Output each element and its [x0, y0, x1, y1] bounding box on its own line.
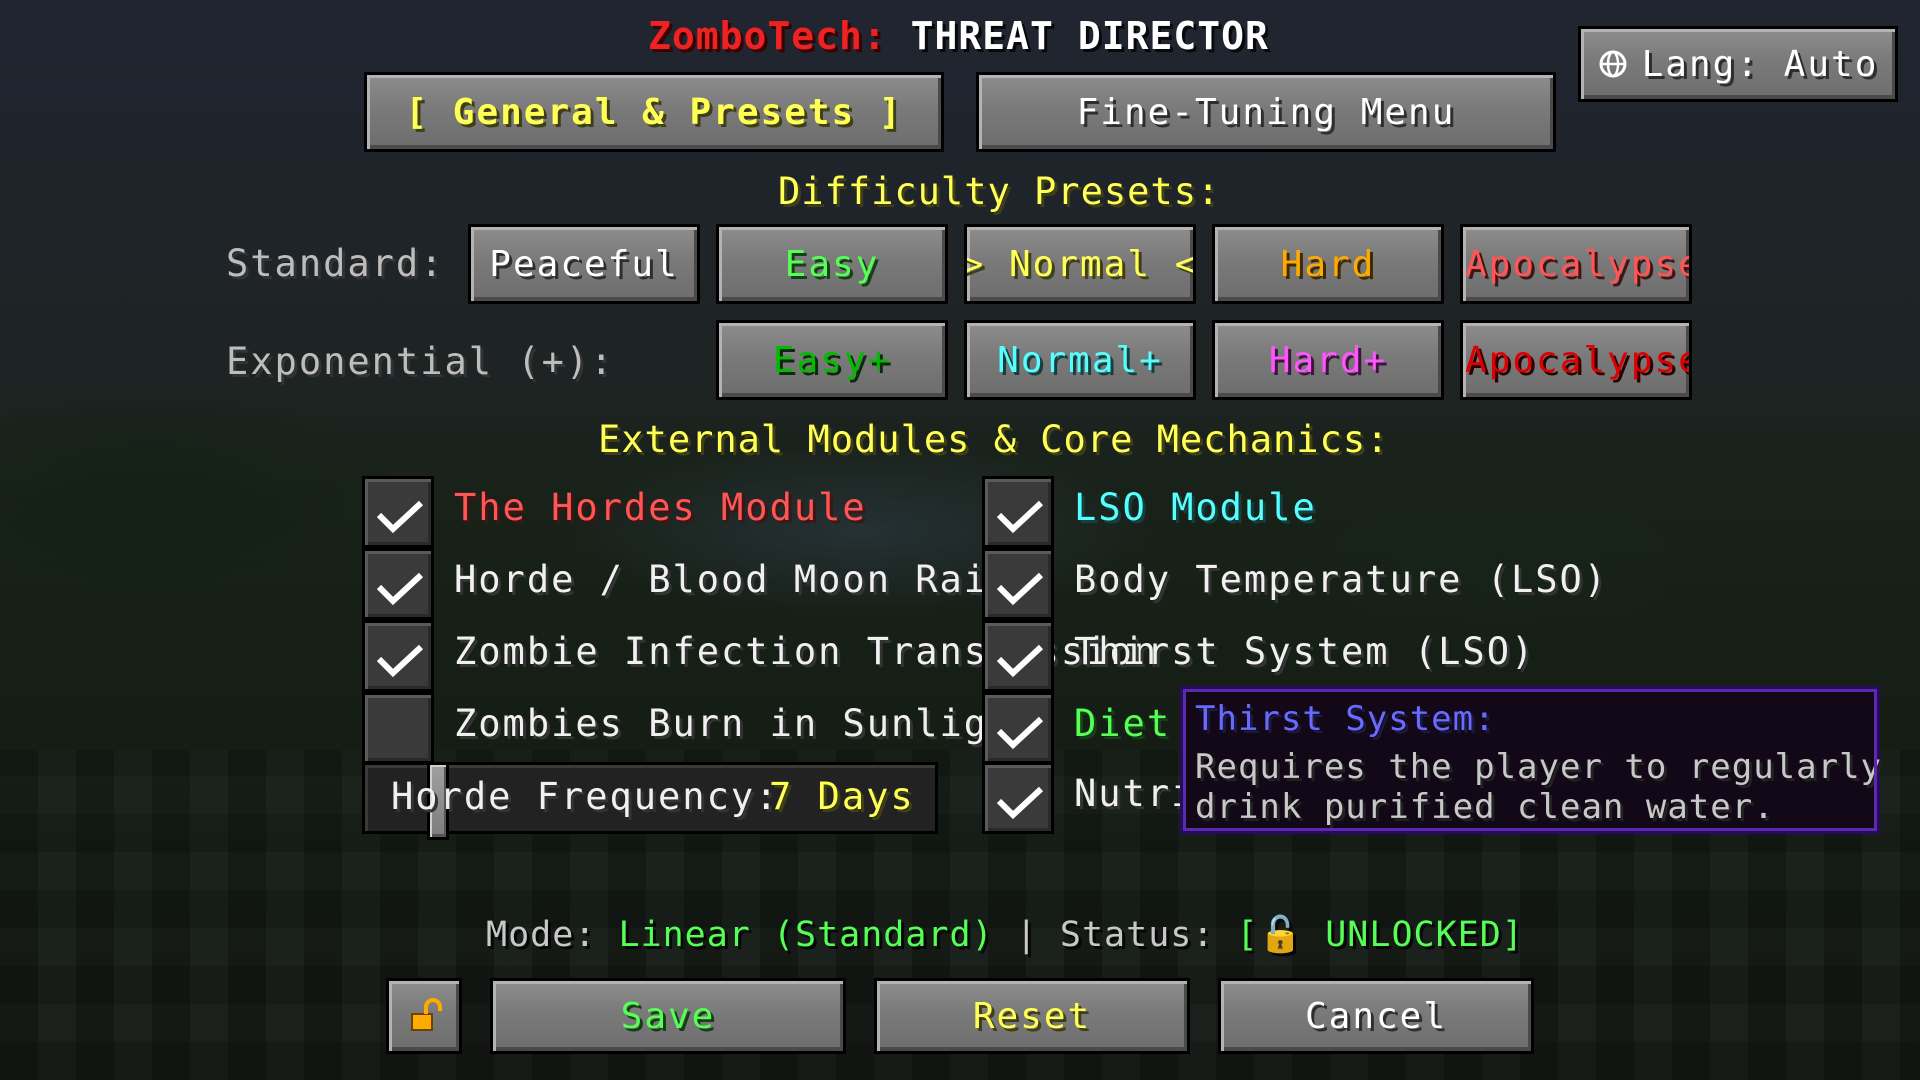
mode-value: Linear (Standard) — [618, 915, 994, 955]
preset-peaceful-label: Peaceful — [489, 243, 679, 285]
preset-easy-plus-button[interactable]: Easy+ — [716, 320, 948, 400]
tooltip-line-1: Requires the player to regularly — [1195, 747, 1883, 787]
status-value: [🔓 UNLOCKED] — [1236, 915, 1524, 955]
checkbox-zombies-burn[interactable] — [362, 692, 434, 764]
preset-apocalypse-button[interactable]: Apocalypse — [1460, 224, 1692, 304]
checkmark-icon — [996, 644, 1044, 678]
checkmark-icon — [376, 644, 424, 678]
checkbox-nutrition[interactable] — [982, 762, 1054, 834]
label-hordes-module: The Hordes Module — [454, 486, 867, 529]
horde-frequency-slider[interactable]: Horde Frequency: 7 Days — [362, 762, 938, 840]
checkbox-lso-module[interactable] — [982, 476, 1054, 548]
checkbox-diet[interactable] — [982, 692, 1054, 764]
checkbox-thirst-system[interactable] — [982, 620, 1054, 692]
unlock-icon — [406, 998, 442, 1034]
horde-frequency-label: Horde Frequency: — [391, 775, 780, 818]
label-thirst-system: Thirst System (LSO) — [1074, 630, 1536, 673]
preset-hard-label: Hard — [1280, 243, 1376, 285]
label-body-temperature: Body Temperature (LSO) — [1074, 558, 1609, 601]
preset-peaceful-button[interactable]: Peaceful — [468, 224, 700, 304]
language-button[interactable]: Lang: Auto — [1578, 26, 1898, 102]
exponential-row-label: Exponential (+): — [226, 340, 615, 383]
preset-apocalypse-plus-label: Apocalypse — [1465, 339, 1692, 381]
preset-easy-button[interactable]: Easy — [716, 224, 948, 304]
checkmark-icon — [996, 572, 1044, 606]
label-blood-moon-raids: Horde / Blood Moon Raids — [454, 558, 1037, 601]
standard-row-label: Standard: — [226, 242, 445, 285]
tab-fine-tuning-label: Fine-Tuning Menu — [1076, 91, 1456, 133]
reset-label: Reset — [972, 995, 1092, 1037]
preset-hard-plus-label: Hard+ — [1268, 339, 1388, 381]
presets-heading: Difficulty Presets: — [778, 170, 1221, 213]
save-label: Save — [620, 995, 716, 1037]
checkmark-icon — [376, 572, 424, 606]
tab-fine-tuning[interactable]: Fine-Tuning Menu — [976, 72, 1556, 152]
title-label: THREAT DIRECTOR — [910, 14, 1269, 58]
preset-easy-plus-label: Easy+ — [772, 339, 892, 381]
tab-general-presets[interactable]: [ General & Presets ] — [364, 72, 944, 152]
checkbox-zombie-infection[interactable] — [362, 620, 434, 692]
language-button-label: Lang: Auto — [1641, 43, 1879, 85]
checkbox-body-temperature[interactable] — [982, 548, 1054, 620]
tab-general-presets-label: [ General & Presets ] — [405, 91, 903, 133]
mode-label: Mode: — [486, 915, 597, 955]
preset-apocalypse-label: Apocalypse — [1465, 243, 1692, 285]
preset-easy-label: Easy — [784, 243, 880, 285]
preset-hard-plus-button[interactable]: Hard+ — [1212, 320, 1444, 400]
status-separator: | — [1015, 915, 1038, 955]
preset-apocalypse-plus-button[interactable]: Apocalypse — [1460, 320, 1692, 400]
globe-icon — [1598, 49, 1628, 79]
checkbox-hordes-module[interactable] — [362, 476, 434, 548]
preset-normal-plus-label: Normal+ — [997, 339, 1163, 381]
checkbox-blood-moon-raids[interactable] — [362, 548, 434, 620]
tooltip-line-2: drink purified clean water. — [1195, 787, 1775, 827]
cancel-label: Cancel — [1304, 995, 1448, 1037]
horde-frequency-value: 7 Days — [769, 775, 915, 818]
save-button[interactable]: Save — [490, 978, 846, 1054]
screen-title: ZomboTech: THREAT DIRECTOR — [648, 14, 1269, 58]
preset-normal-label: > Normal < — [964, 243, 1196, 285]
tooltip-title: Thirst System: — [1195, 699, 1496, 739]
thirst-system-tooltip: Thirst System: Requires the player to re… — [1180, 686, 1883, 834]
preset-hard-button[interactable]: Hard — [1212, 224, 1444, 304]
checkmark-icon — [996, 716, 1044, 750]
label-lso-module: LSO Module — [1074, 486, 1317, 529]
cancel-button[interactable]: Cancel — [1218, 978, 1534, 1054]
reset-button[interactable]: Reset — [874, 978, 1190, 1054]
checkmark-icon — [996, 500, 1044, 534]
brand-label: ZomboTech: — [648, 14, 887, 58]
checkmark-icon — [996, 786, 1044, 820]
modules-heading: External Modules & Core Mechanics: — [598, 418, 1390, 461]
preset-normal-plus-button[interactable]: Normal+ — [964, 320, 1196, 400]
preset-normal-button[interactable]: > Normal < — [964, 224, 1196, 304]
status-line: Mode: Linear (Standard) | Status: [🔓 UNL… — [486, 914, 1524, 955]
checkmark-icon — [376, 500, 424, 534]
label-zombies-burn: Zombies Burn in Sunlight — [454, 702, 1037, 745]
lock-toggle-button[interactable] — [386, 978, 462, 1054]
status-label: Status: — [1059, 915, 1215, 955]
